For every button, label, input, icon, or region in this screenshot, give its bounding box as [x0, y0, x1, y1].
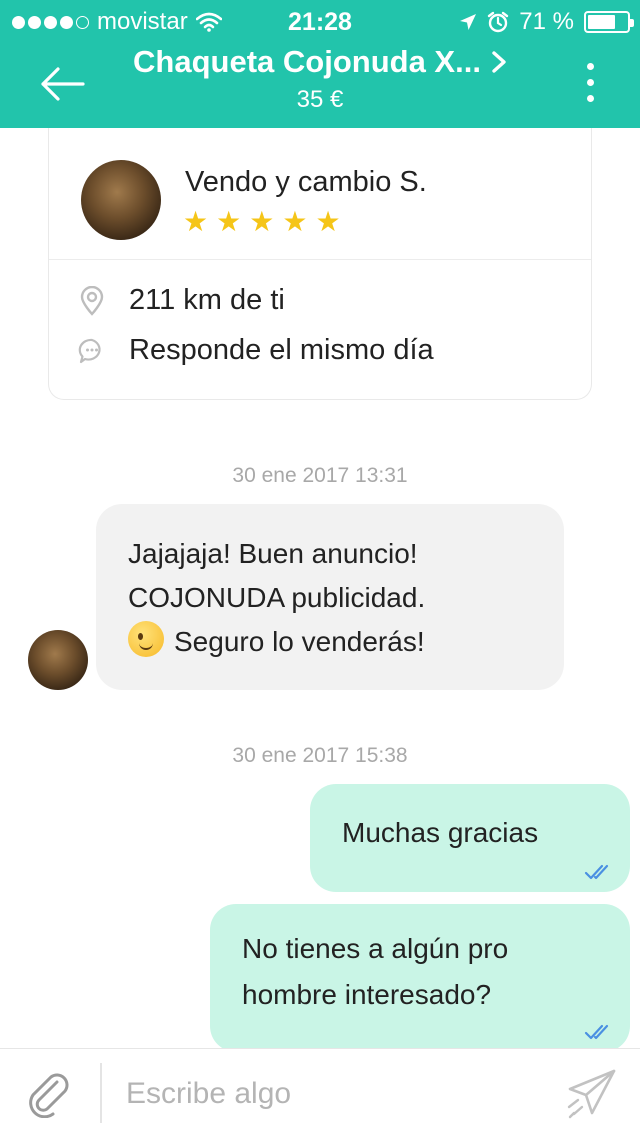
response-time-text: Responde el mismo día	[129, 334, 434, 366]
more-options-button[interactable]	[570, 56, 610, 108]
location-arrow-icon	[460, 14, 477, 30]
distance-row: 211 km de ti	[77, 284, 285, 317]
message-composer	[0, 1048, 640, 1136]
outgoing-line-1: No tienes a algún pro	[242, 933, 509, 964]
incoming-line-2: COJONUDA publicidad.	[128, 582, 426, 613]
product-title-text: Chaqueta Cojonuda X...	[133, 44, 481, 79]
app-header: movistar 21:28 71 % Chaqueta Cojonuda X.…	[0, 0, 640, 128]
back-button[interactable]	[30, 58, 94, 110]
star-icon: ★	[315, 206, 341, 237]
incoming-line-3-text: Seguro lo venderás!	[174, 626, 425, 657]
battery-percent: 71 %	[519, 8, 574, 35]
chevron-right-icon	[492, 51, 506, 73]
incoming-message: Jajajaja! Buen anuncio! COJONUDA publici…	[96, 504, 564, 690]
seller-name: Vendo y cambio S.	[185, 166, 427, 198]
star-icon: ★	[282, 206, 308, 237]
outgoing-text: Muchas gracias	[342, 817, 539, 848]
composer-divider	[100, 1063, 102, 1123]
product-price: 35 €	[296, 86, 344, 113]
double-check-icon	[584, 1024, 609, 1040]
seller-card[interactable]: Vendo y cambio S. ★ ★ ★ ★ ★ 211 km de ti	[48, 128, 592, 400]
paperclip-icon	[29, 1073, 69, 1118]
arrow-left-icon	[41, 67, 85, 101]
double-check-icon	[584, 864, 609, 880]
alarm-icon	[488, 11, 509, 33]
incoming-line-3: Seguro lo venderás!	[128, 620, 532, 664]
product-title: Chaqueta Cojonuda X...	[133, 44, 507, 80]
seller-rating: ★ ★ ★ ★ ★	[183, 208, 341, 236]
outgoing-message: Muchas gracias	[310, 784, 630, 892]
product-title-link[interactable]: Chaqueta Cojonuda X... 35 €	[110, 44, 530, 114]
battery-icon	[584, 11, 634, 33]
send-button[interactable]	[562, 1063, 622, 1123]
status-bar: movistar 21:28 71 %	[0, 0, 640, 40]
sender-avatar[interactable]	[28, 630, 88, 690]
star-icon: ★	[249, 206, 275, 237]
outgoing-message: No tienes a algún pro hombre interesado?	[210, 904, 630, 1052]
response-row: Responde el mismo día	[77, 334, 434, 367]
chat-bubble-icon	[77, 336, 107, 366]
outgoing-line-2: hombre interesado?	[242, 979, 492, 1010]
location-pin-icon	[77, 285, 107, 316]
attach-button[interactable]	[20, 1067, 76, 1119]
seller-avatar	[81, 160, 161, 240]
message-timestamp: 30 ene 2017 15:38	[232, 744, 408, 767]
seller-profile: Vendo y cambio S. ★ ★ ★ ★ ★	[49, 128, 591, 260]
incoming-line-1: Jajajaja! Buen anuncio!	[128, 538, 418, 569]
star-icon: ★	[216, 206, 242, 237]
battery-fill	[588, 15, 615, 29]
status-right: 71 %	[459, 8, 634, 36]
star-icon: ★	[183, 206, 209, 237]
wink-emoji-icon	[128, 621, 164, 657]
message-input[interactable]	[126, 1069, 546, 1119]
paper-plane-icon	[567, 1069, 616, 1119]
distance-text: 211 km de ti	[129, 284, 285, 316]
more-vertical-icon	[586, 62, 594, 70]
message-timestamp: 30 ene 2017 13:31	[232, 464, 408, 487]
